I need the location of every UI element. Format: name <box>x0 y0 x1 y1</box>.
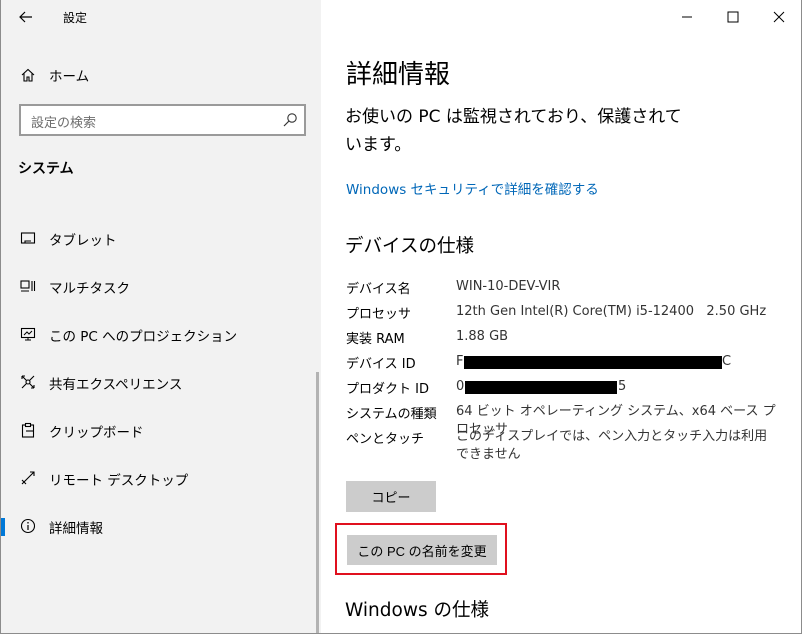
spec-key: プロダクト ID <box>346 382 429 397</box>
sidebar-item-tablet[interactable]: タブレット <box>1 218 321 258</box>
spec-value: WIN-10-DEV-VIR <box>456 279 561 294</box>
active-indicator <box>1 518 5 536</box>
back-arrow-icon <box>19 11 32 23</box>
sidebar-item-label: 共有エクスペリエンス <box>49 377 183 393</box>
sidebar-item-label: タブレット <box>49 233 117 249</box>
device-specs-heading: デバイスの仕様 <box>345 236 474 257</box>
sidebar-item-label: 詳細情報 <box>49 521 103 537</box>
sidebar-item-home[interactable]: ホーム <box>1 56 321 92</box>
home-icon <box>19 66 37 84</box>
clipboard-icon <box>19 421 37 439</box>
sidebar-item-multitask[interactable]: マルチタスク <box>1 266 321 306</box>
sidebar-item-shared-experience[interactable]: 共有エクスペリエンス <box>1 362 321 402</box>
sidebar-scrollbar[interactable] <box>316 372 319 633</box>
sidebar-item-label: リモート デスクトップ <box>49 473 189 489</box>
info-icon <box>19 517 37 535</box>
redaction-bar <box>464 356 722 369</box>
security-details-link[interactable]: Windows セキュリティで詳細を確認する <box>346 178 599 198</box>
spec-value: このディスプレイでは、ペン入力とタッチ入力は利用できません <box>456 429 768 462</box>
maximize-button[interactable] <box>710 0 756 34</box>
windows-specs-heading: Windows の仕様 <box>345 600 489 621</box>
spec-value: 12th Gen Intel(R) Core(TM) i5-12400 2.50… <box>456 304 767 319</box>
sidebar-item-label: クリップボード <box>49 425 144 441</box>
copy-button[interactable]: コピー <box>346 481 436 512</box>
back-button[interactable] <box>9 2 43 32</box>
app-title: 設定 <box>63 11 88 25</box>
tablet-icon <box>19 229 37 247</box>
close-button[interactable] <box>756 0 801 34</box>
settings-window: 設定 ホーム 設定の検索 システム タブレット マルチタスク この PC へのプ… <box>0 0 802 634</box>
spec-key: ペンとタッチ <box>346 432 425 447</box>
sidebar-item-about[interactable]: 詳細情報 <box>1 506 321 546</box>
title-bar-left: 設定 <box>1 0 321 34</box>
sidebar-item-label: マルチタスク <box>49 281 130 297</box>
projection-icon <box>19 325 37 343</box>
minimize-button[interactable] <box>664 0 710 34</box>
spec-key: デバイス名 <box>346 282 411 297</box>
rename-pc-button[interactable]: この PC の名前を変更 <box>347 535 497 565</box>
sidebar-item-label: ホーム <box>49 69 90 85</box>
remote-desktop-icon <box>19 469 37 487</box>
redaction-bar <box>465 381 617 394</box>
close-icon <box>773 11 785 23</box>
spec-key: プロセッサ <box>346 307 412 322</box>
spec-value: F C <box>456 353 786 371</box>
spec-value: 1.88 GB <box>456 329 509 344</box>
multitask-icon <box>19 277 37 295</box>
sidebar-item-projection[interactable]: この PC へのプロジェクション <box>1 314 321 354</box>
protection-status-text: お使いの PC は監視されており、保護されています。 <box>345 107 682 155</box>
spec-key: デバイス ID <box>346 357 416 372</box>
search-placeholder: 設定の検索 <box>31 116 97 131</box>
spec-value: 0 5 <box>456 378 786 396</box>
section-label-system: システム <box>18 161 74 177</box>
search-input[interactable]: 設定の検索 <box>19 104 306 136</box>
device-id-prefix: F <box>456 354 464 369</box>
maximize-icon <box>727 11 739 23</box>
device-id-suffix: C <box>722 354 732 369</box>
sidebar-item-remote-desktop[interactable]: リモート デスクトップ <box>1 458 321 498</box>
spec-key: システムの種類 <box>346 407 437 422</box>
sidebar: 設定 ホーム 設定の検索 システム タブレット マルチタスク この PC へのプ… <box>1 0 321 633</box>
main-pane: 詳細情報 お使いの PC は監視されており、保護されています。 Windows … <box>321 0 801 633</box>
sidebar-item-clipboard[interactable]: クリップボード <box>1 410 321 450</box>
spec-key: 実装 RAM <box>346 332 405 347</box>
product-id-suffix: 5 <box>618 379 627 394</box>
shared-experience-icon <box>19 373 37 391</box>
minimize-icon <box>682 16 692 18</box>
page-title: 詳細情報 <box>346 60 451 90</box>
product-id-prefix: 0 <box>456 379 465 394</box>
sidebar-item-label: この PC へのプロジェクション <box>49 329 238 345</box>
search-icon <box>283 113 297 127</box>
